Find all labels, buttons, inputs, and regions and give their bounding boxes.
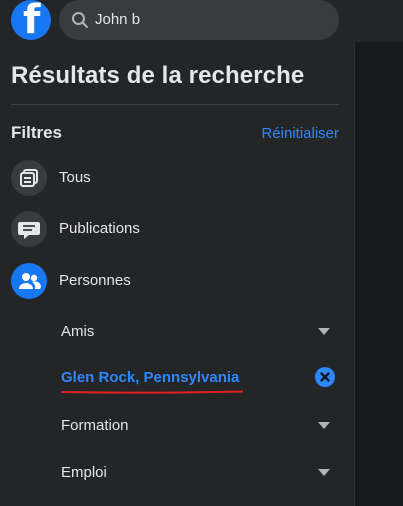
people-icon [11,263,47,299]
page-title: Résultats de la recherche [11,62,305,89]
subfilter-education-label: Formation [61,417,129,434]
chevron-down-icon [318,422,330,429]
results-area [355,42,403,506]
search-value: John b [95,11,141,28]
facebook-logo[interactable]: f [11,0,51,40]
filter-all-label: Tous [59,169,91,186]
filters-heading: Filtres [11,123,63,142]
reset-filters-link[interactable]: Réinitialiser [261,125,339,142]
filter-posts[interactable]: Publications [0,207,354,251]
subfilter-work-label: Emploi [61,464,107,481]
annotation-underline [60,390,244,394]
chevron-down-icon [318,469,330,476]
search-input[interactable]: John b [59,0,339,40]
filter-people[interactable]: Personnes [0,259,354,303]
subfilter-education[interactable]: Formation [0,406,354,446]
logo-letter: f [23,0,41,40]
posts-icon [11,211,47,247]
subfilter-location-label: Glen Rock, Pennsylvania [61,369,240,386]
top-bar: f John b [0,0,403,42]
filter-posts-label: Publications [59,220,140,237]
subfilter-friends-label: Amis [61,323,95,340]
subfilter-work[interactable]: Emploi [0,453,354,493]
filter-people-label: Personnes [59,272,131,289]
search-icon [72,12,88,28]
subfilter-friends[interactable]: Amis [0,312,354,352]
chevron-down-icon [318,328,330,335]
all-results-icon [11,160,47,196]
filter-all[interactable]: Tous [0,156,354,200]
clear-icon[interactable] [315,367,335,387]
divider [11,104,339,105]
